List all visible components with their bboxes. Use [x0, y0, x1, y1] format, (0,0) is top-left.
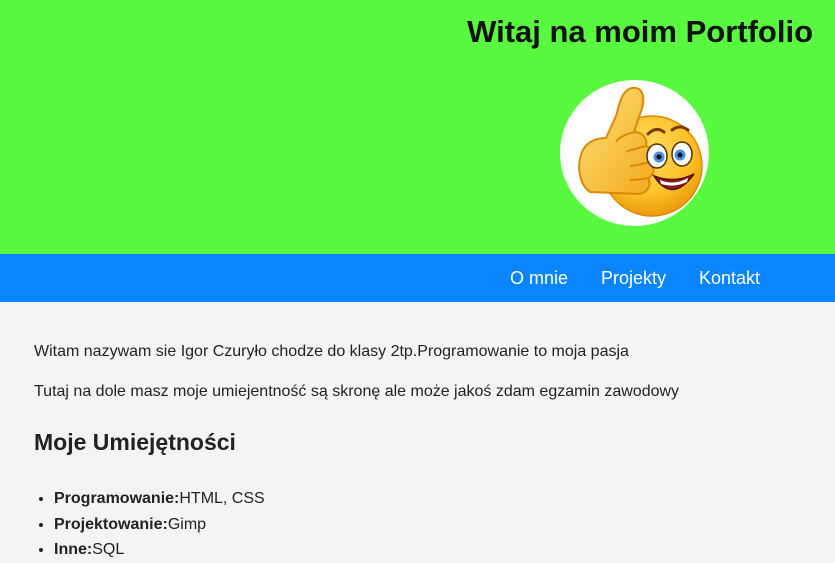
skill-item-design: Projektowanie:Gimp — [54, 512, 265, 538]
main-content: Witam nazywam sie Igor Czuryło chodze do… — [0, 302, 835, 558]
skill-item-programming: Programowanie:HTML, CSS — [54, 486, 265, 512]
nav-link-contact[interactable]: Kontakt — [699, 268, 760, 288]
skill-item-other: Inne:SQL — [54, 537, 265, 563]
skill-name: Programowanie: — [54, 490, 180, 507]
skill-name: Projektowanie: — [54, 515, 168, 533]
page-header: Witaj na moim Portfolio — [0, 0, 835, 254]
page-title: Witaj na moim Portfolio — [467, 14, 813, 49]
skills-heading: Moje Umiejętności — [34, 429, 236, 455]
skills-list: Programowanie:HTML, CSS Projektowanie:Gi… — [34, 486, 265, 563]
nav-link-about[interactable]: O mnie — [510, 268, 568, 288]
main-nav: O mnie Projekty Kontakt — [0, 254, 835, 302]
skill-value: HTML, CSS — [179, 490, 265, 507]
skill-name: Inne: — [54, 541, 93, 558]
nav-link-projects[interactable]: Projekty — [601, 268, 666, 288]
avatar — [560, 80, 709, 226]
intro-text: Witam nazywam sie Igor Czuryło chodze do… — [34, 343, 629, 360]
skill-value: SQL — [92, 541, 125, 558]
skill-value: Gimp — [167, 515, 207, 533]
intro-text-2: Tutaj na dole masz moje umiejentność są … — [34, 383, 680, 400]
thumbs-up-smiley-icon — [578, 86, 703, 217]
